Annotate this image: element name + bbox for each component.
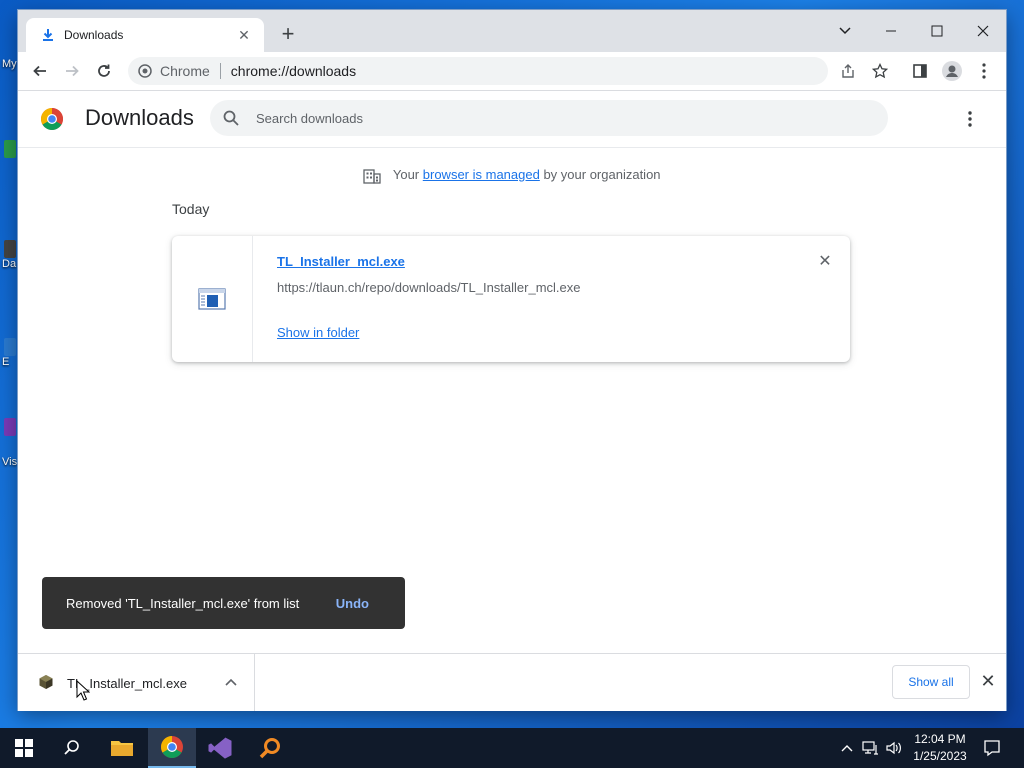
show-in-folder-link[interactable]: Show in folder <box>277 325 359 340</box>
shelf-download-item[interactable]: TL_Installer_mcl.exe <box>18 654 255 711</box>
address-bar[interactable]: Chrome chrome://downloads <box>128 57 828 85</box>
more-actions-icon[interactable] <box>960 109 980 129</box>
search-icon <box>223 110 239 126</box>
chrome-window: Downloads ✕ + Chrome chrome://downloads … <box>18 10 1006 711</box>
remove-from-list-icon[interactable]: ✕ <box>816 252 834 270</box>
side-panel-icon[interactable] <box>908 59 932 83</box>
tab-close-icon[interactable]: ✕ <box>236 27 252 43</box>
show-all-button[interactable]: Show all <box>892 665 970 699</box>
divider <box>219 63 221 79</box>
search-box[interactable] <box>210 100 888 136</box>
show-hidden-icons-icon[interactable] <box>838 738 856 758</box>
tab-title: Downloads <box>64 28 124 42</box>
desktop-label: My <box>2 58 17 70</box>
desktop-icon[interactable] <box>4 240 16 258</box>
network-icon[interactable] <box>862 738 880 758</box>
file-explorer-icon[interactable] <box>98 728 146 768</box>
chrome-logo-icon <box>41 108 63 130</box>
back-button[interactable] <box>28 59 52 83</box>
download-shelf: TL_Installer_mcl.exe Show all ✕ <box>18 653 1006 711</box>
new-tab-button[interactable]: + <box>278 21 298 46</box>
forward-button[interactable] <box>60 59 84 83</box>
close-window-button[interactable] <box>960 16 1006 46</box>
chrome-menu-icon[interactable] <box>972 59 996 83</box>
tab-search-icon[interactable] <box>822 16 868 46</box>
download-source-url: https://tlaun.ch/repo/downloads/TL_Insta… <box>277 280 581 295</box>
tab-downloads[interactable]: Downloads ✕ <box>26 18 264 52</box>
page-title: Downloads <box>85 105 194 130</box>
site-name: Chrome <box>160 63 210 79</box>
search-input[interactable] <box>254 109 858 127</box>
volume-icon[interactable] <box>885 738 903 758</box>
desktop-label: Da <box>2 258 17 270</box>
managed-notice: Your browser is managed by your organiza… <box>18 167 1006 184</box>
browser-managed-link[interactable]: browser is managed <box>423 167 540 182</box>
building-icon <box>363 168 382 184</box>
minimize-button[interactable] <box>868 16 914 46</box>
removed-toast: Removed 'TL_Installer_mcl.exe' from list… <box>42 577 405 629</box>
toolbar: Chrome chrome://downloads <box>18 52 1006 91</box>
exe-file-icon <box>198 288 226 310</box>
clock-date: 1/25/2023 <box>913 749 967 763</box>
desktop-icon[interactable] <box>4 418 16 436</box>
chrome-icon[interactable] <box>148 728 196 768</box>
close-shelf-icon[interactable]: ✕ <box>978 671 998 691</box>
taskbar: 12:04 PM 1/25/2023 <box>0 728 1024 768</box>
maximize-button[interactable] <box>914 16 960 46</box>
search-icon[interactable] <box>48 728 96 768</box>
chevron-up-icon[interactable] <box>222 673 240 691</box>
toast-message: Removed 'TL_Installer_mcl.exe' from list <box>66 595 300 611</box>
chrome-site-icon <box>138 64 152 78</box>
clock[interactable]: 12:04 PM 1/25/2023 <box>906 731 974 765</box>
managed-notice-prefix: Your <box>392 167 420 182</box>
undo-button[interactable]: Undo <box>336 596 369 611</box>
file-icon-column <box>172 236 253 362</box>
bookmark-star-icon[interactable] <box>868 59 892 83</box>
download-item-card: TL_Installer_mcl.exe https://tlaun.ch/re… <box>172 236 850 362</box>
reload-button[interactable] <box>92 59 116 83</box>
profile-avatar-icon[interactable] <box>940 59 964 83</box>
desktop-label: E <box>2 356 10 368</box>
installer-file-icon <box>39 675 53 689</box>
download-file-link[interactable]: TL_Installer_mcl.exe <box>277 254 405 269</box>
desktop-label: Vis <box>2 456 18 468</box>
date-heading: Today <box>172 201 210 217</box>
visual-studio-icon[interactable] <box>196 728 244 768</box>
desktop-icon[interactable] <box>4 140 16 158</box>
share-icon[interactable] <box>836 59 860 83</box>
page-header: Downloads <box>18 91 1006 148</box>
start-icon[interactable] <box>0 728 48 768</box>
magnifier-app-icon[interactable] <box>246 728 294 768</box>
title-bar: Downloads ✕ + <box>18 10 1006 52</box>
url-text[interactable]: chrome://downloads <box>231 63 356 79</box>
mouse-cursor-icon <box>76 680 90 701</box>
clock-time: 12:04 PM <box>914 732 966 746</box>
managed-notice-suffix: by your organization <box>543 167 661 182</box>
download-icon <box>43 29 53 41</box>
desktop-icon[interactable] <box>4 338 16 356</box>
downloads-page: Downloads Your browser is manage <box>18 91 1006 653</box>
notification-icon[interactable] <box>980 736 1004 760</box>
